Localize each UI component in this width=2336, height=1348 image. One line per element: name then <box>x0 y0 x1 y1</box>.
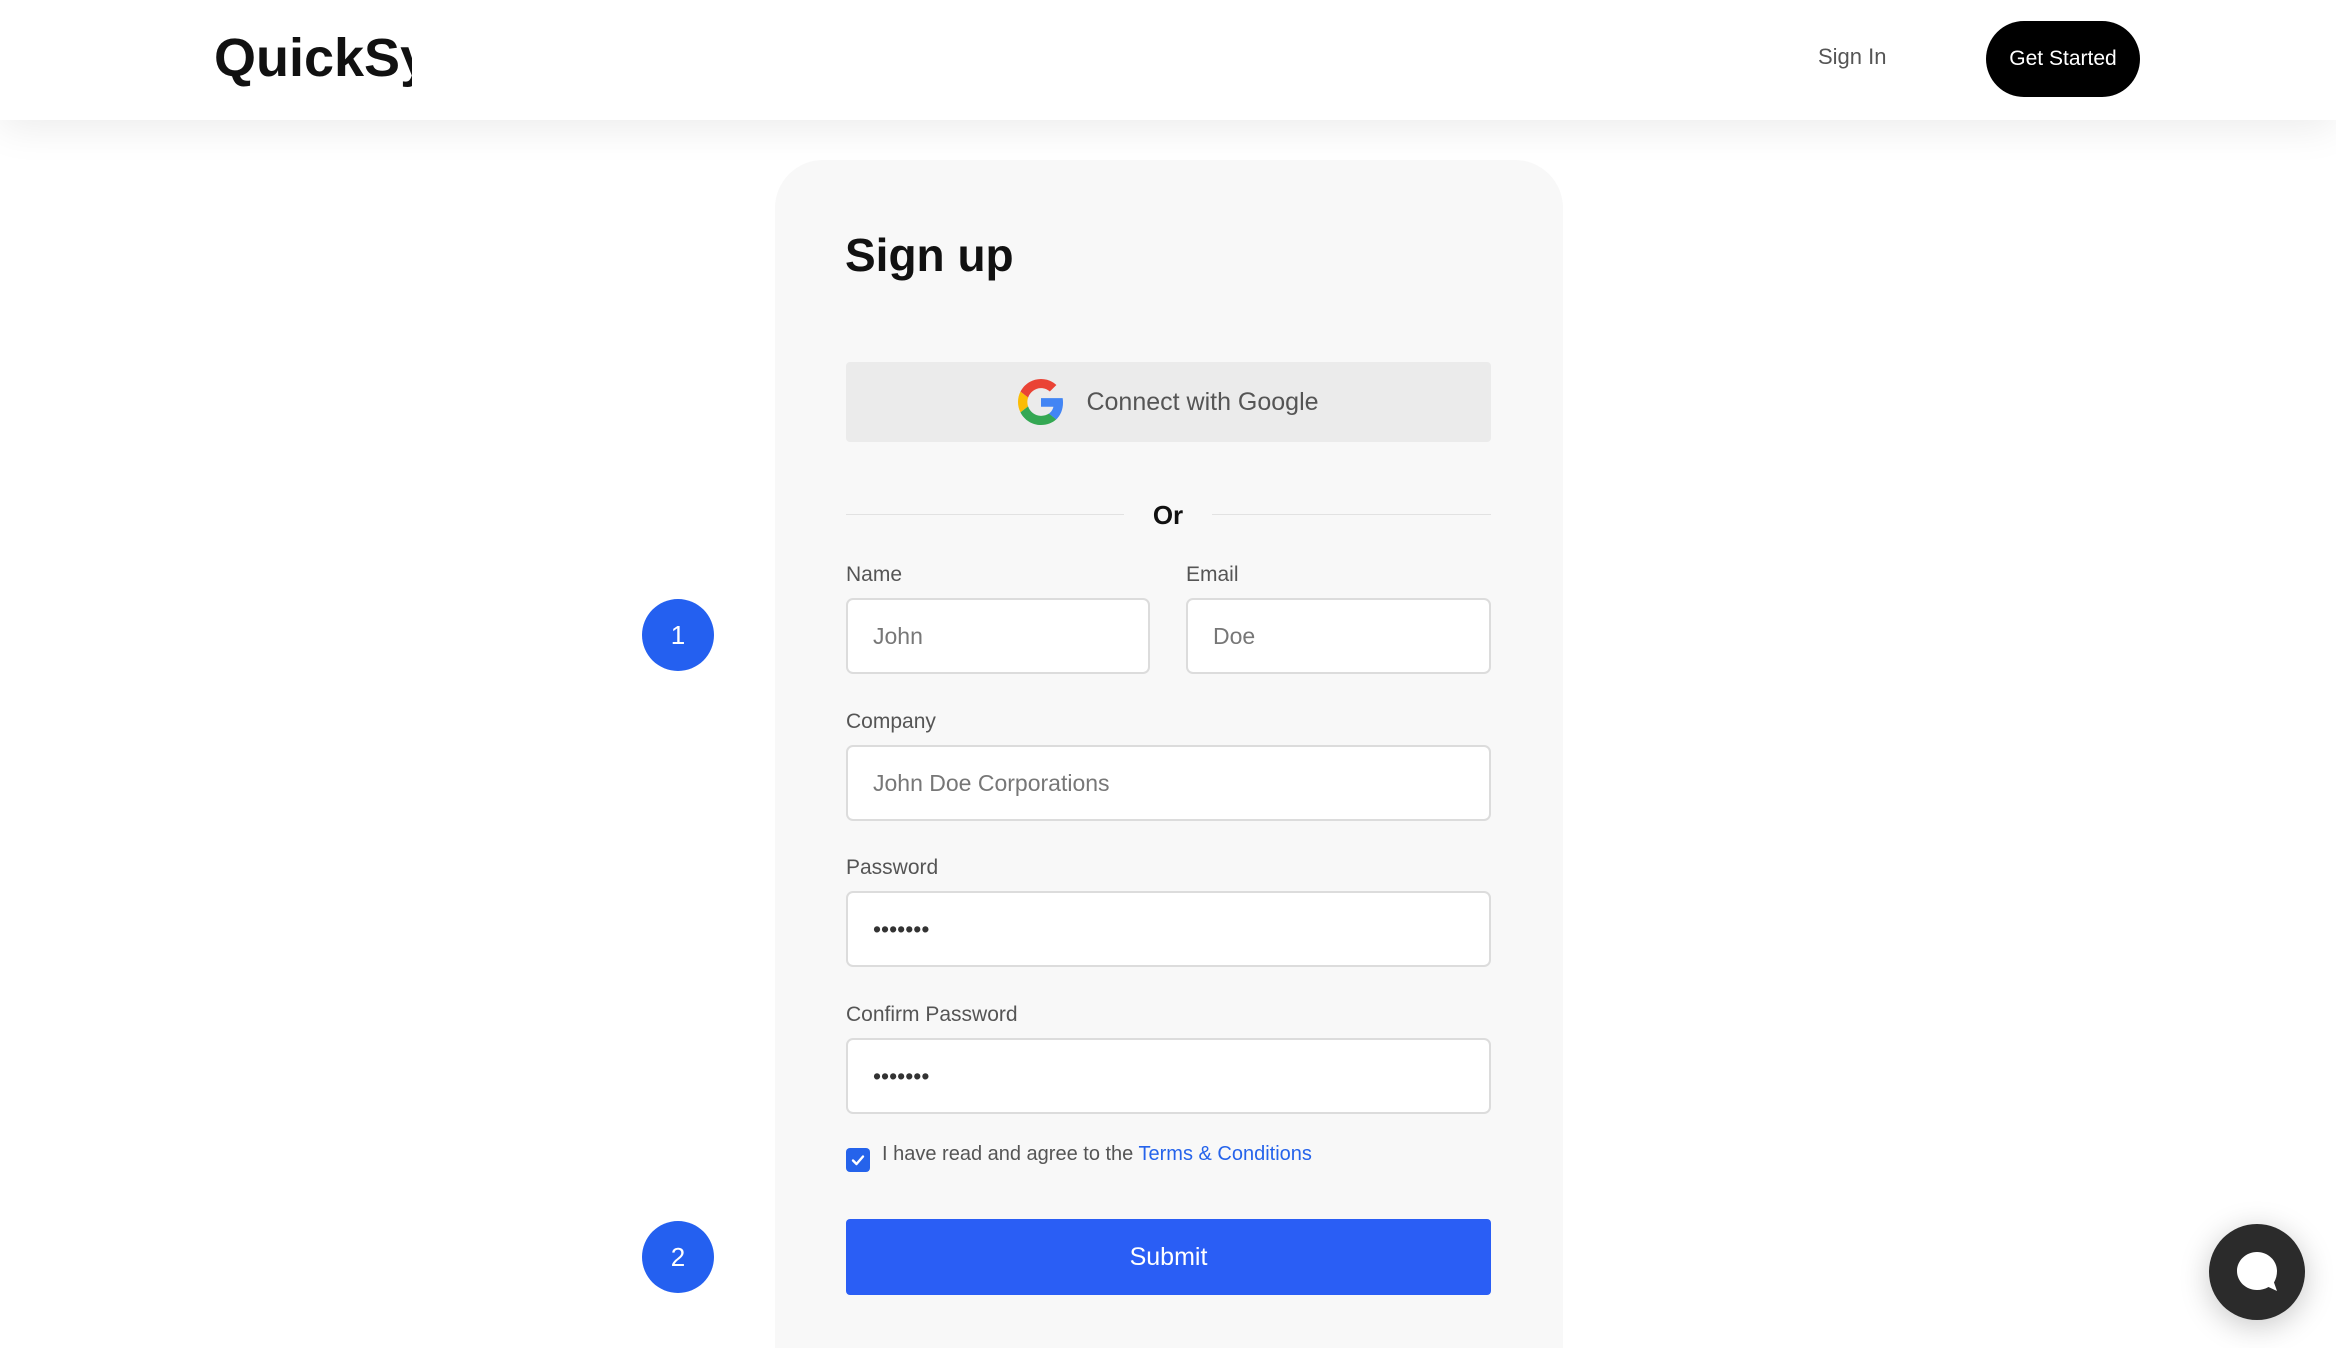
chat-launcher-button[interactable] <box>2209 1224 2305 1320</box>
terms-conditions-link[interactable]: Terms & Conditions <box>1139 1143 1312 1165</box>
sign-in-link[interactable]: Sign In <box>1818 44 1887 70</box>
connect-google-button[interactable]: Connect with Google <box>846 362 1491 442</box>
quicksync-logo[interactable]: QuickSync <box>212 14 412 104</box>
step-badge-2: 2 <box>642 1221 714 1293</box>
logo-text: QuickSync <box>214 28 412 88</box>
password-input[interactable] <box>846 891 1491 967</box>
email-label: Email <box>1186 563 1239 586</box>
page-title: Sign up <box>845 229 1014 281</box>
check-icon <box>851 1155 865 1166</box>
google-g-icon <box>1018 379 1064 425</box>
confirm-password-label: Confirm Password <box>846 1003 1018 1026</box>
password-label: Password <box>846 856 939 879</box>
confirm-password-input[interactable] <box>846 1038 1491 1114</box>
top-navigation: QuickSync Sign In Get Started <box>0 0 2336 120</box>
email-input[interactable] <box>1186 598 1491 674</box>
company-label: Company <box>846 710 936 733</box>
terms-agreement-text: I have read and agree to the <box>882 1143 1139 1165</box>
terms-agreement: I have read and agree to the Terms & Con… <box>882 1143 1312 1166</box>
divider-line-left <box>846 514 1124 515</box>
signup-page: QuickSync Sign In Get Started Sign up Co… <box>0 0 2336 1348</box>
chat-bubble-icon <box>2237 1252 2277 1291</box>
name-label: Name <box>846 563 903 586</box>
step-badge-1: 1 <box>642 599 714 671</box>
submit-button[interactable]: Submit <box>846 1219 1491 1295</box>
company-input[interactable] <box>846 745 1491 821</box>
terms-checkbox[interactable] <box>846 1148 870 1172</box>
get-started-button[interactable]: Get Started <box>1986 21 2140 97</box>
name-input[interactable] <box>846 598 1150 674</box>
divider-line-right <box>1212 514 1491 515</box>
divider-or: Or <box>1152 500 1184 530</box>
connect-google-label: Connect with Google <box>1086 387 1319 416</box>
